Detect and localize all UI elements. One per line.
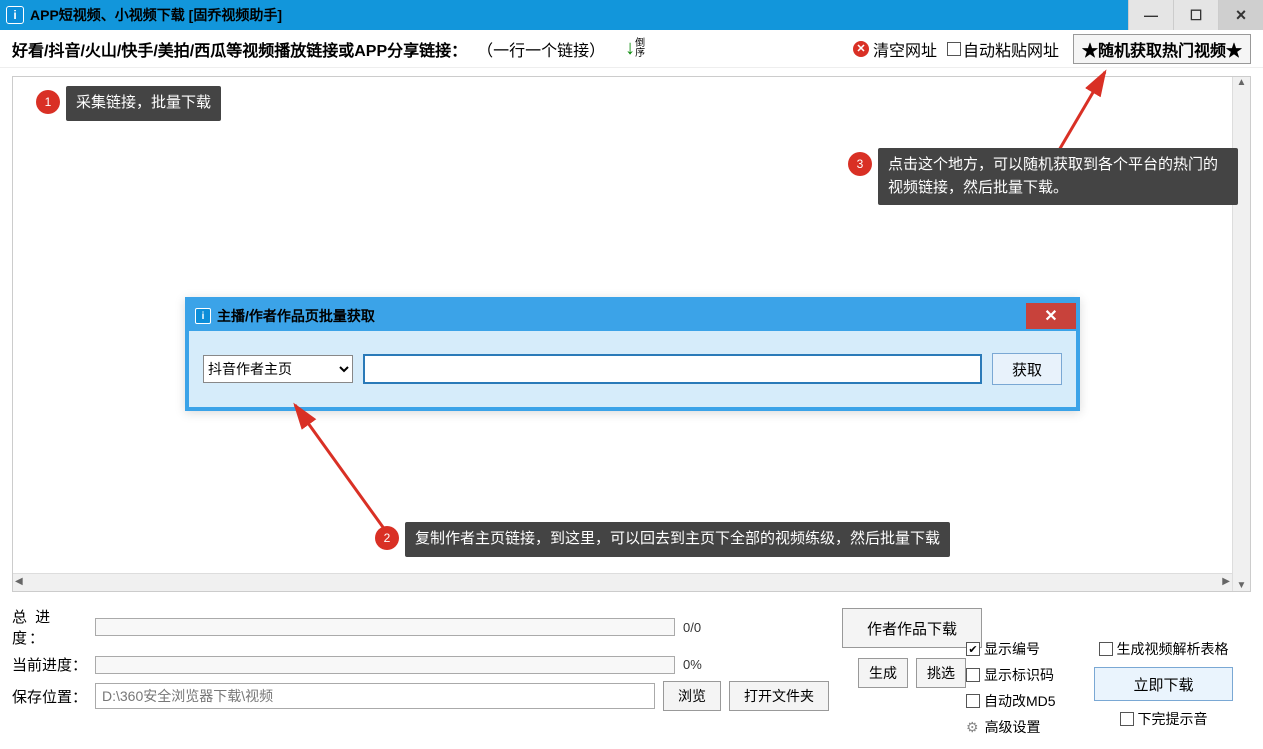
total-progress-bar: [95, 618, 675, 636]
annotation-3: 3 点击这个地方，可以随机获取到各个平台的热门的视频链接，然后批量下载。: [848, 148, 1238, 205]
clear-label: 清空网址: [873, 37, 937, 61]
current-progress-label: 当前进度：: [12, 654, 87, 675]
auto-md5-checkbox[interactable]: 自动改MD5: [966, 691, 1076, 711]
open-folder-button[interactable]: 打开文件夹: [729, 681, 829, 711]
window-controls: — ☐ ×: [1128, 0, 1263, 30]
clear-x-icon: ✕: [853, 41, 869, 57]
dialog-app-icon: i: [195, 308, 211, 324]
author-url-input[interactable]: [363, 354, 982, 384]
dialog-body: 抖音作者主页 获取: [189, 331, 1076, 407]
maximize-button[interactable]: ☐: [1173, 0, 1218, 30]
instruction-text: 好看/抖音/火山/快手/美拍/西瓜等视频播放链接或APP分享链接：: [12, 37, 467, 61]
annotation-bubble: 点击这个地方，可以随机获取到各个平台的热门的视频链接，然后批量下载。: [878, 148, 1238, 205]
auto-paste-checkbox[interactable]: 自动粘贴网址: [947, 37, 1059, 61]
sort-arrow-icon: ↓: [625, 37, 635, 60]
checkbox-icon: [1099, 642, 1113, 656]
dialog-title: 主播/作者作品页批量获取: [217, 306, 1026, 326]
total-progress-row: 总 进 度： 0/0: [12, 606, 842, 648]
save-path-label: 保存位置：: [12, 686, 87, 707]
toolbar: 好看/抖音/火山/快手/美拍/西瓜等视频播放链接或APP分享链接： （一行一个链…: [0, 30, 1263, 68]
done-sound-checkbox[interactable]: 下完提示音: [1120, 709, 1208, 729]
browse-button[interactable]: 浏览: [663, 681, 721, 711]
current-progress-bar: [95, 656, 675, 674]
annotation-1: 1 采集链接，批量下载: [36, 86, 221, 121]
platform-select[interactable]: 抖音作者主页: [203, 355, 353, 383]
gear-icon: ⚙: [966, 719, 979, 736]
total-progress-value: 0/0: [683, 620, 701, 635]
minimize-button[interactable]: —: [1128, 0, 1173, 30]
dialog-close-button[interactable]: ✕: [1026, 303, 1076, 329]
author-batch-dialog: i 主播/作者作品页批量获取 ✕ 抖音作者主页 获取: [185, 297, 1080, 411]
options-panel: 显示编号 显示标识码 自动改MD5 ⚙高级设置 生成视频解析表格 立即下载 下完…: [966, 639, 1251, 737]
checkbox-icon: [966, 694, 980, 708]
random-hot-video-button[interactable]: ★随机获取热门视频★: [1073, 34, 1251, 64]
show-index-checkbox[interactable]: 显示编号: [966, 639, 1076, 659]
close-button[interactable]: ×: [1218, 0, 1263, 30]
app-icon: i: [6, 6, 24, 24]
total-progress-label: 总 进 度：: [12, 606, 87, 648]
pick-button[interactable]: 挑选: [916, 658, 966, 688]
annotation-2: 2 复制作者主页链接，到这里，可以回去到主页下全部的视频练级，然后批量下载: [375, 522, 950, 557]
annotation-bubble: 复制作者主页链接，到这里，可以回去到主页下全部的视频练级，然后批量下载: [405, 522, 950, 557]
fetch-button[interactable]: 获取: [992, 353, 1062, 385]
hint-text: （一行一个链接）: [477, 37, 605, 61]
annotation-badge: 3: [848, 152, 872, 176]
save-path-row: 保存位置： 浏览 打开文件夹: [12, 681, 842, 711]
save-path-input[interactable]: [95, 683, 655, 709]
sort-label: 倒序: [635, 39, 645, 59]
checkbox-icon: [947, 42, 961, 56]
generate-button[interactable]: 生成: [858, 658, 908, 688]
auto-paste-label: 自动粘贴网址: [963, 37, 1059, 61]
show-id-checkbox[interactable]: 显示标识码: [966, 665, 1076, 685]
window-title: APP短视频、小视频下载 [固乔视频助手]: [30, 5, 1128, 25]
checkbox-icon: [966, 668, 980, 682]
title-bar: i APP短视频、小视频下载 [固乔视频助手] — ☐ ×: [0, 0, 1263, 30]
clear-url-button[interactable]: ✕ 清空网址: [853, 37, 937, 61]
download-now-button[interactable]: 立即下载: [1094, 667, 1232, 701]
advanced-settings-link[interactable]: ⚙高级设置: [966, 717, 1076, 737]
checkbox-icon: [966, 642, 980, 656]
annotation-bubble: 采集链接，批量下载: [66, 86, 221, 121]
current-progress-value: 0%: [683, 657, 702, 672]
horizontal-scrollbar[interactable]: [13, 573, 1232, 591]
dialog-titlebar: i 主播/作者作品页批量获取 ✕: [189, 301, 1076, 331]
gen-table-checkbox[interactable]: 生成视频解析表格: [1099, 639, 1229, 659]
author-download-button[interactable]: 作者作品下载: [842, 608, 982, 648]
annotation-badge: 1: [36, 90, 60, 114]
annotation-badge: 2: [375, 526, 399, 550]
checkbox-icon: [1120, 712, 1134, 726]
current-progress-row: 当前进度： 0%: [12, 654, 842, 675]
sort-button[interactable]: ↓ 倒序: [625, 37, 645, 60]
